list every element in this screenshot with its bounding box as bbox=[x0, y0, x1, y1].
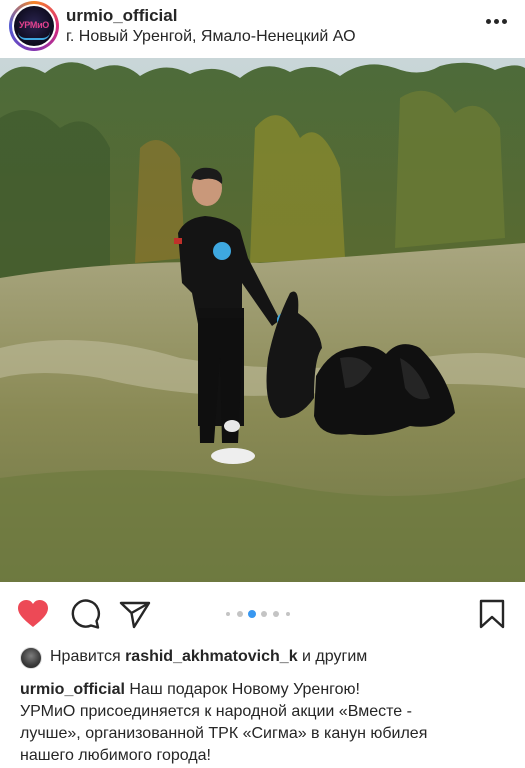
post-location[interactable]: г. Новый Уренгой, Ямало-Ненецкий АО bbox=[66, 28, 356, 46]
caption-line4: нашего любимого города! bbox=[20, 747, 211, 764]
likes-row[interactable]: Нравится rashid_akhmatovich_k и другим bbox=[20, 646, 520, 670]
carousel-dot bbox=[261, 611, 267, 617]
carousel-dot bbox=[248, 610, 256, 618]
more-horizontal-icon[interactable] bbox=[486, 17, 508, 27]
post-caption: urmio_official Наш подарок Новому Уренго… bbox=[20, 679, 510, 767]
caption-username[interactable]: urmio_official bbox=[20, 681, 125, 698]
post-header: УРМиО urmio_official г. Новый Уренгой, Я… bbox=[0, 0, 525, 58]
avatar-logo-arc bbox=[18, 32, 50, 40]
carousel-indicator bbox=[222, 610, 306, 618]
carousel-dot bbox=[226, 612, 230, 616]
likes-suffix: и другим bbox=[302, 648, 368, 665]
caption-line3: лучше», организованной ТРК «Сигма» в кан… bbox=[20, 725, 428, 742]
post-username[interactable]: urmio_official bbox=[66, 6, 177, 26]
caption-line2: УРМиО присоединяется к народной акции «В… bbox=[20, 703, 412, 720]
bookmark-icon[interactable] bbox=[478, 599, 510, 629]
heart-filled-icon[interactable] bbox=[17, 599, 49, 629]
profile-avatar[interactable]: УРМиО bbox=[9, 1, 59, 51]
carousel-dot bbox=[273, 611, 279, 617]
caption-line1: Наш подарок Новому Уренгою! bbox=[129, 681, 360, 698]
post-photo[interactable] bbox=[0, 58, 525, 582]
likes-user[interactable]: rashid_akhmatovich_k bbox=[125, 648, 298, 665]
avatar-logo: УРМиО bbox=[18, 20, 49, 30]
send-icon[interactable] bbox=[119, 599, 151, 629]
carousel-dot bbox=[237, 611, 243, 617]
likes-prefix: Нравится bbox=[50, 648, 121, 665]
liker-avatar[interactable] bbox=[20, 647, 42, 669]
comment-icon[interactable] bbox=[69, 599, 101, 629]
likes-text: Нравится rashid_akhmatovich_k и другим bbox=[50, 648, 367, 666]
avatar-logo-text: УРМиО bbox=[14, 20, 54, 30]
carousel-dot bbox=[286, 612, 290, 616]
